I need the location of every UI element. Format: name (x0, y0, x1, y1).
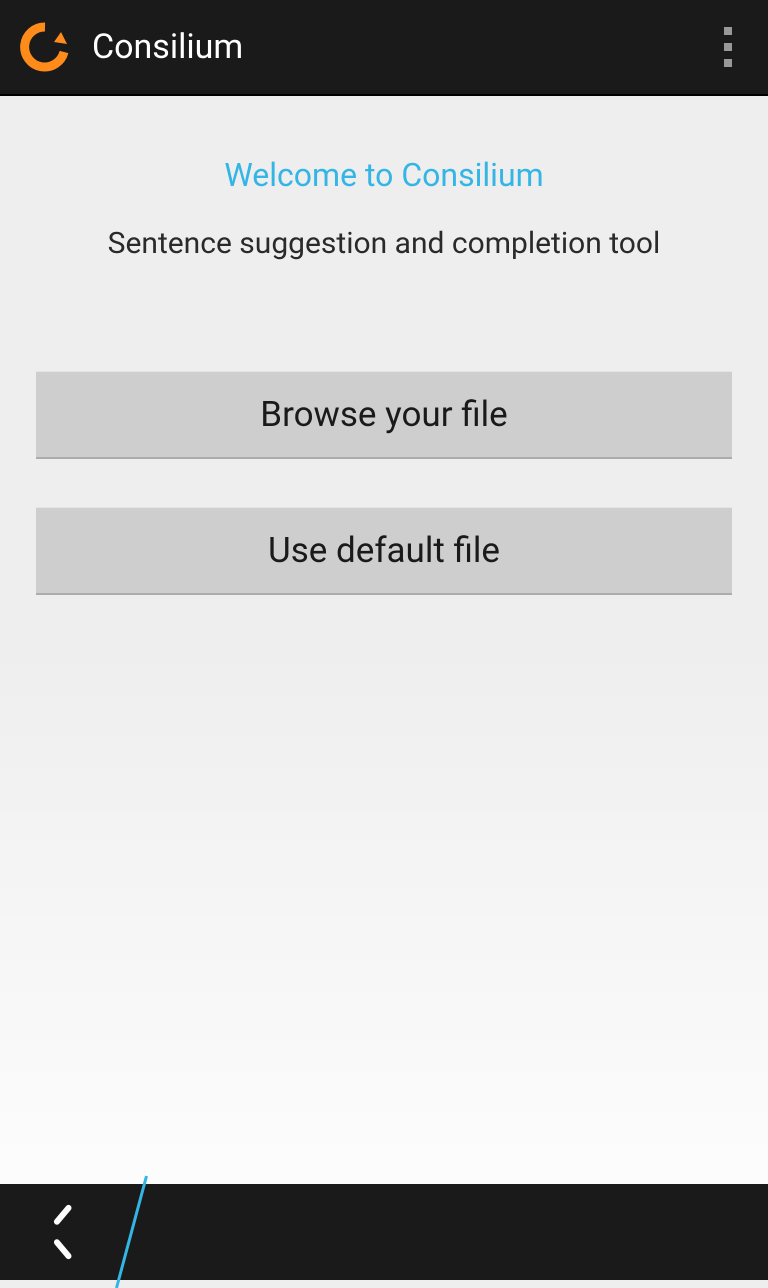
subtitle-text: Sentence suggestion and completion tool (36, 226, 732, 261)
navigation-bar (0, 1184, 768, 1280)
app-title: Consilium (92, 27, 708, 67)
action-bar: Consilium (0, 0, 768, 96)
use-default-file-button[interactable]: Use default file (36, 507, 732, 595)
main-content: Welcome to Consilium Sentence suggestion… (0, 96, 768, 643)
chevron-left-icon (55, 1215, 75, 1249)
app-logo-icon (20, 22, 70, 72)
browse-file-button[interactable]: Browse your file (36, 371, 732, 459)
back-button[interactable] (0, 1184, 130, 1280)
overflow-menu-icon[interactable] (708, 22, 748, 72)
welcome-title: Welcome to Consilium (36, 156, 732, 194)
